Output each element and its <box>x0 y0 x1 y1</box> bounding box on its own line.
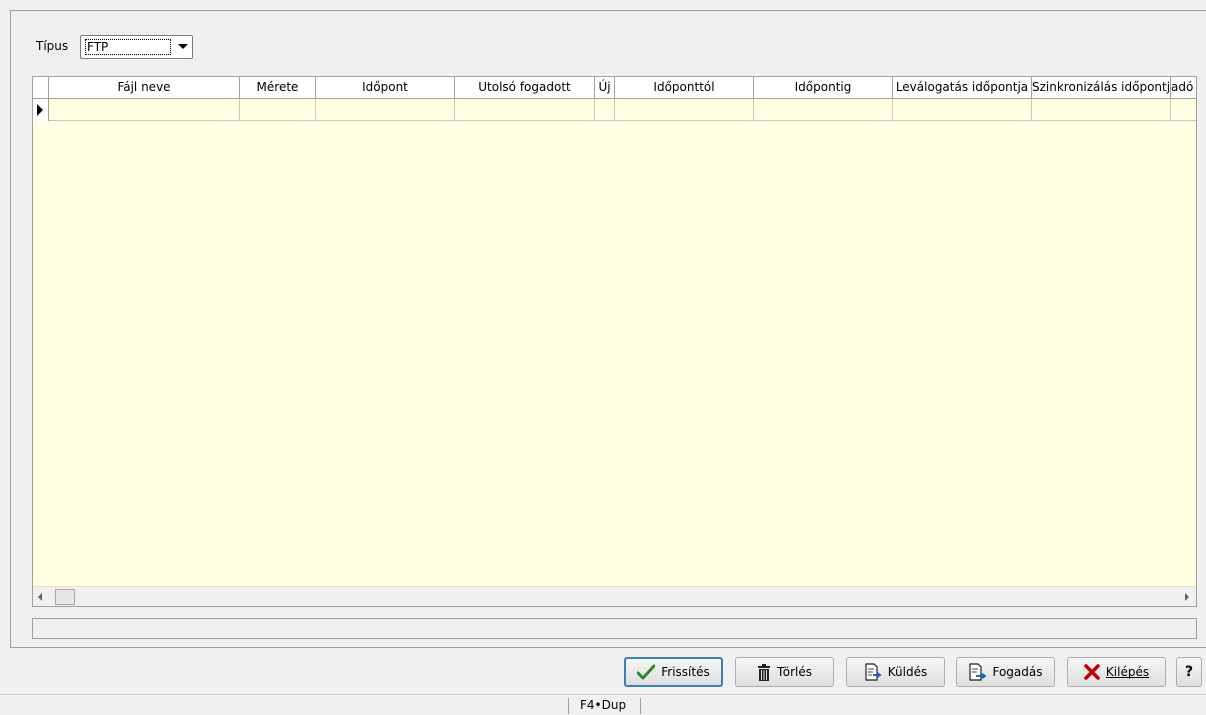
refresh-button-label: Frissítés <box>661 665 710 679</box>
exit-button-label: Kilépés <box>1105 665 1150 679</box>
file-grid[interactable]: Fájl neve Mérete Időpont Utolsó fogadott… <box>32 76 1197 607</box>
send-button[interactable]: Küldés <box>846 657 945 687</box>
column-header-new[interactable]: Új <box>595 77 615 99</box>
refresh-button[interactable]: Frissítés <box>624 657 723 687</box>
type-combobox[interactable]: FTP <box>80 35 193 59</box>
status-bar: F4•Dup <box>0 694 1206 715</box>
table-cell[interactable] <box>615 99 754 121</box>
type-combobox-value: FTP <box>85 39 171 55</box>
table-cell[interactable] <box>49 99 240 121</box>
table-cell[interactable] <box>893 99 1032 121</box>
scrollbar-thumb[interactable] <box>55 589 75 605</box>
row-header[interactable] <box>33 99 49 121</box>
checkmark-icon <box>637 664 656 680</box>
table-cell[interactable] <box>595 99 615 121</box>
table-cell[interactable] <box>455 99 595 121</box>
help-button[interactable]: ? <box>1176 657 1202 687</box>
scroll-left-arrow-icon[interactable] <box>38 593 42 601</box>
current-row-icon <box>37 104 43 116</box>
table-cell[interactable] <box>754 99 893 121</box>
delete-button-label: Törlés <box>776 665 812 679</box>
x-icon <box>1084 664 1100 680</box>
column-header-from-time[interactable]: Időponttól <box>615 77 754 99</box>
chevron-down-icon[interactable] <box>178 44 188 49</box>
horizontal-scrollbar[interactable] <box>33 586 1196 606</box>
window: Típus FTP Fájl neve Mérete Időpont Utols… <box>0 0 1206 715</box>
table-cell[interactable] <box>316 99 455 121</box>
receive-button-label: Fogadás <box>992 665 1043 679</box>
message-field <box>32 618 1197 639</box>
column-header-file-name[interactable]: Fájl neve <box>49 77 240 99</box>
scroll-right-arrow-icon[interactable] <box>1185 593 1189 601</box>
table-row[interactable] <box>33 99 1196 121</box>
type-label: Típus <box>36 39 69 53</box>
table-cell[interactable] <box>1171 99 1196 121</box>
document-receive-icon <box>968 663 987 681</box>
column-header-last-received[interactable]: Utolsó fogadott <box>455 77 595 99</box>
status-shortcut-text: F4•Dup <box>580 698 627 712</box>
column-header-selection-time[interactable]: Leválogatás időpontja <box>893 77 1032 99</box>
column-header-size[interactable]: Mérete <box>240 77 316 99</box>
row-header-corner <box>33 77 49 99</box>
receive-button[interactable]: Fogadás <box>956 657 1055 687</box>
status-separator <box>568 698 569 714</box>
grid-header: Fájl neve Mérete Időpont Utolsó fogadott… <box>33 77 1196 99</box>
send-button-label: Küldés <box>887 665 928 679</box>
trash-icon <box>757 663 771 681</box>
exit-button[interactable]: Kilépés <box>1067 657 1166 687</box>
column-header-time[interactable]: Időpont <box>316 77 455 99</box>
table-cell[interactable] <box>1032 99 1171 121</box>
column-header-to-time[interactable]: Időpontig <box>754 77 893 99</box>
column-header-partial[interactable]: adó <box>1171 77 1196 99</box>
help-button-label: ? <box>1184 664 1194 680</box>
status-separator <box>640 698 641 714</box>
column-header-sync-time[interactable]: Szinkronizálás időpontja <box>1032 77 1171 99</box>
delete-button[interactable]: Törlés <box>735 657 834 687</box>
table-cell[interactable] <box>240 99 316 121</box>
document-send-icon <box>864 663 882 681</box>
